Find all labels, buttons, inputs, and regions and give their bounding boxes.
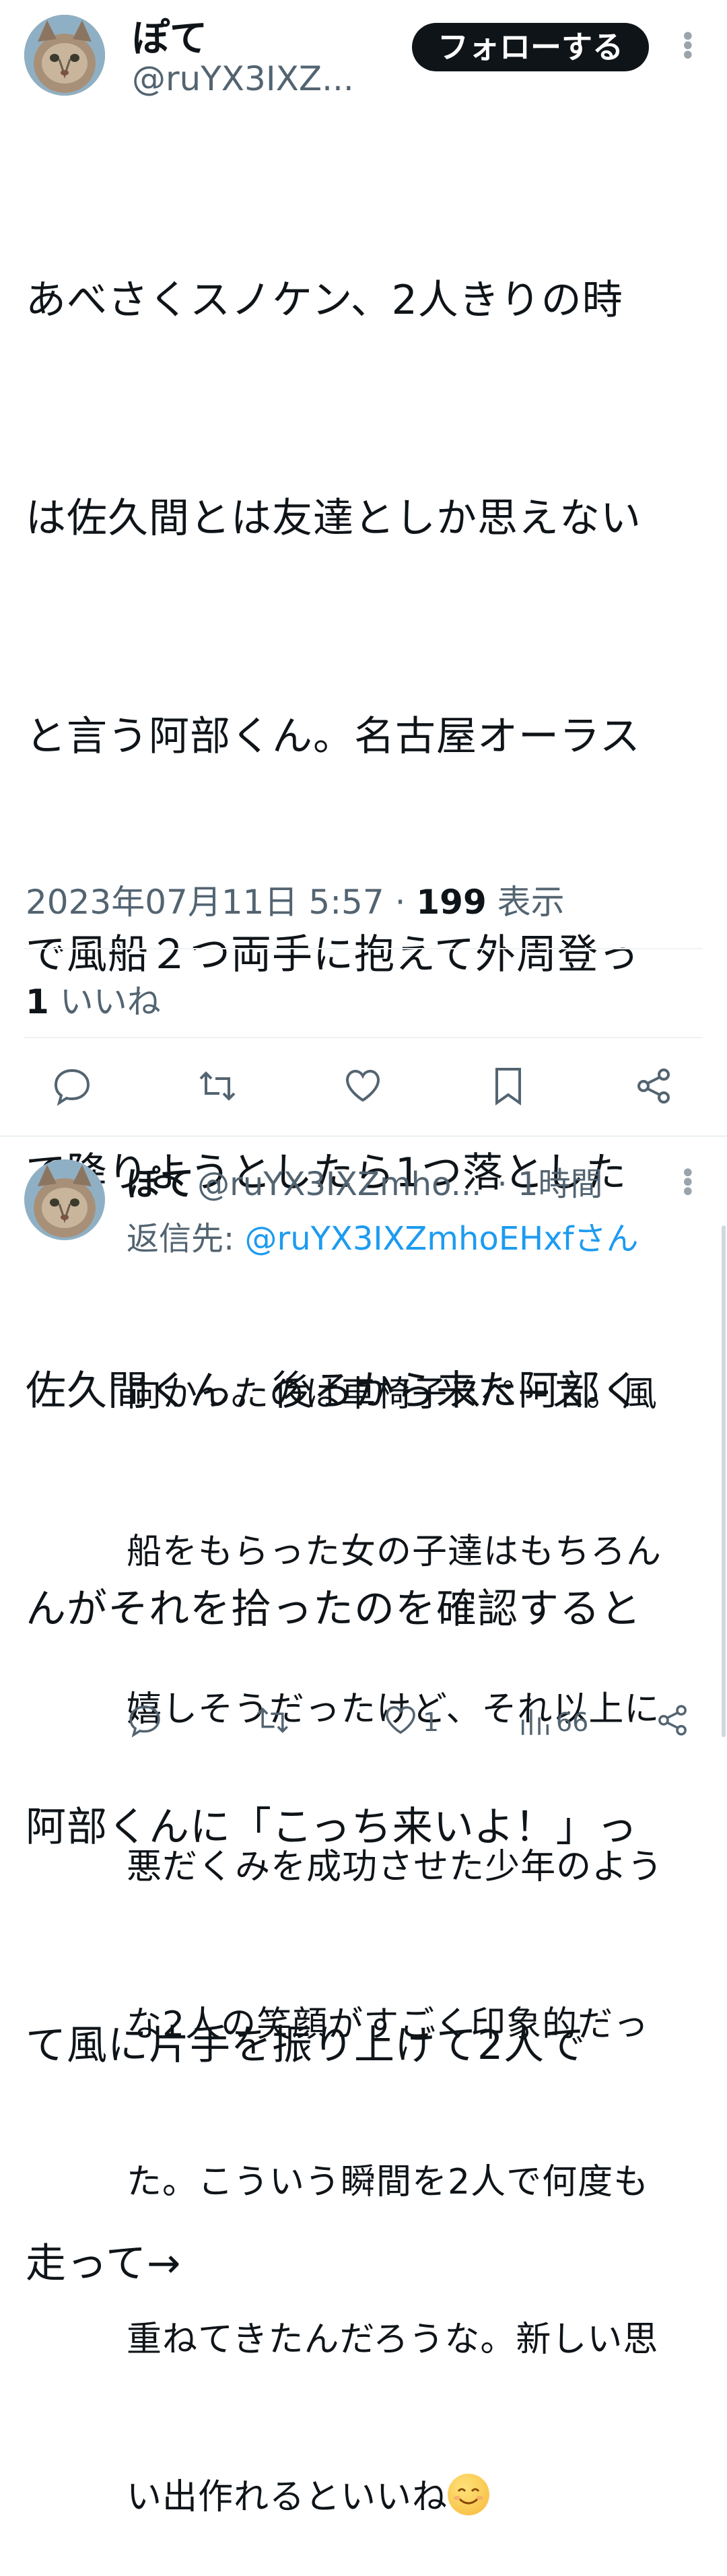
reply-display-name[interactable]: ぽて [127, 1164, 194, 1203]
reply-line: 船をもらった女の子達はもちろん [127, 1532, 662, 1572]
reply-avatar[interactable] [24, 1159, 105, 1240]
divider [24, 1037, 703, 1038]
smiling-face-emoji [448, 2474, 490, 2515]
likes-count: 1 [26, 982, 49, 1021]
divider [24, 948, 703, 949]
meta-separator: · [394, 883, 406, 922]
reply-text: 向かったのは車椅子スペース。風 船をもらった女の子達はもちろん 嬉しそうだったけ… [127, 1263, 712, 2576]
more-options-icon[interactable]: • • • [680, 24, 696, 69]
tweet-line: と言う阿部くん。名古屋オーラス [26, 713, 641, 760]
reply-more-options-icon[interactable]: • • • [680, 1160, 696, 1206]
likes-label: いいね [59, 982, 161, 1021]
reply-like-icon[interactable] [382, 1702, 419, 1741]
reply-retweet-icon[interactable] [254, 1702, 291, 1741]
like-icon[interactable] [342, 1065, 384, 1110]
reply-line: 悪だくみを成功させた少年のよう [127, 1847, 664, 1887]
reply-line: い出作れるといいね [127, 2477, 448, 2517]
reply-time[interactable]: · 1時間 [497, 1165, 602, 1203]
reply-views-icon[interactable] [517, 1702, 553, 1741]
tweet-meta: 2023年07月11日 5:57 · 199 表示 [26, 875, 565, 924]
divider [0, 1135, 727, 1137]
reply-like-count: 1 [423, 1707, 440, 1737]
reply-line: 重ねてきたんだろうな。新しい思 [127, 2319, 659, 2360]
reply-to-label: 返信先: [127, 1220, 235, 1258]
user-handle[interactable]: @ruYX3IXZ... [132, 59, 354, 98]
share-icon[interactable] [633, 1065, 674, 1110]
reply-line: な2人の笑顔がすごく印象的だっ [127, 2004, 650, 2045]
timestamp[interactable]: 2023年07月11日 5:57 [26, 883, 384, 922]
view-label: 表示 [497, 883, 565, 922]
scrollbar[interactable] [722, 1225, 726, 1737]
reply-view-count: 66 [556, 1707, 589, 1737]
reply-to: 返信先: @ruYX3IXZmhoEHxfさん [127, 1212, 639, 1259]
view-count: 199 [416, 883, 487, 922]
reply-mention-link[interactable]: @ruYX3IXZmhoEHxfさん [244, 1220, 638, 1258]
display-name[interactable]: ぽて [132, 8, 207, 63]
tweet-line: は佐久間とは友達としか思えない [26, 495, 642, 542]
reply-action-bar: 1 66 [127, 1702, 705, 1742]
tweet-line: あべさくスノケン、2人きりの時 [26, 277, 623, 324]
bookmark-icon[interactable] [487, 1065, 529, 1110]
avatar[interactable] [24, 15, 105, 96]
reply-line: 向かったのは車椅子スペース。風 [127, 1374, 658, 1415]
reply-reply-icon[interactable] [127, 1702, 163, 1741]
reply-share-icon[interactable] [654, 1702, 691, 1741]
reply-handle[interactable]: @ruYX3IXZmho... [197, 1165, 481, 1203]
likes-summary[interactable]: 1 いいね [26, 975, 161, 1023]
reply-header: ぽて @ruYX3IXZmho... · 1時間 [127, 1157, 603, 1205]
retweet-icon[interactable] [197, 1065, 238, 1110]
reply-line: た。こういう瞬間を2人で何度も [127, 2162, 650, 2202]
reply-icon[interactable] [51, 1065, 93, 1110]
follow-button[interactable]: フォローする [412, 23, 649, 71]
